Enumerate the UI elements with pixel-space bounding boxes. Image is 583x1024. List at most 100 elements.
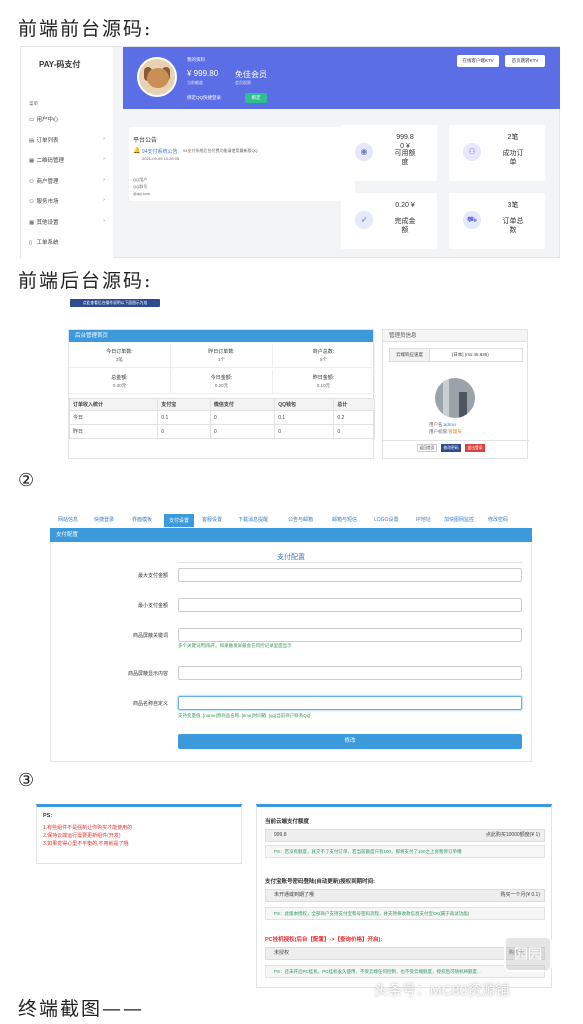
table-cell: 0 — [209, 424, 276, 439]
field-input[interactable] — [178, 628, 522, 642]
sidebar-item-4[interactable]: ⚇ 服务市场 › — [29, 197, 105, 205]
chevron-right-icon: › — [103, 176, 105, 183]
stat-label: 成功订 单 — [502, 150, 524, 166]
sidebar-item-label: 用户中心 — [36, 117, 59, 123]
bind-qq-label: 绑定QQ快捷登录 — [187, 95, 221, 100]
tab-10[interactable]: 加快图网监控 — [444, 516, 474, 523]
table-header: 总计 — [333, 398, 375, 411]
doc-icon: ▤ — [29, 137, 35, 144]
back-home-button[interactable]: 返回首页 — [417, 444, 437, 452]
sidebar-item-label: 订单列表 — [36, 137, 59, 144]
tab-9[interactable]: IP地址 — [416, 516, 431, 523]
users-icon: ⚇ — [29, 199, 34, 205]
watermark-logo: 园园 — [504, 936, 552, 972]
table-header: 微信支付 — [209, 398, 276, 411]
home-jump-button[interactable]: 首页跳转KTV — [505, 55, 545, 67]
cloud-quota-row: 999.8 点此购买10000额度(¥ 1) — [265, 829, 545, 842]
stat-value: 0.20 ¥ — [395, 202, 415, 209]
name-variable-hint: 支持变量值: [name]原商品名称, [time]时间戳, [qq]当前商户联… — [178, 713, 311, 718]
notice-date: 2021-09-09 10:26:05 — [142, 156, 180, 161]
admin-info-title: 管理员信息 — [383, 330, 527, 342]
coin-icon: ◉ — [355, 143, 373, 161]
table-header: QQ钱包 — [274, 398, 335, 411]
change-password-button[interactable]: 修改密码 — [441, 444, 461, 452]
logout-button[interactable]: 退出登录 — [465, 444, 485, 452]
member-type: 免佳会员 — [235, 70, 267, 79]
ps-line-2: 2.保持云端运行需要更新组件(开发) — [43, 833, 121, 839]
cloud-quota-title: 当前云端支付额度 — [265, 819, 310, 825]
field-label: 商品屏蔽关键词 — [132, 633, 168, 639]
grid-icon: ▦ — [29, 219, 35, 226]
stat-card: ⛟ 3笔 订单总 数 — [449, 193, 545, 249]
tab-0[interactable]: 网站信息 — [58, 516, 78, 523]
table-cell: 今日 — [68, 410, 159, 425]
buy-month-button[interactable]: 购买一个月(¥ 0.1) — [501, 890, 540, 901]
brand-logo: PAY-码支付 — [39, 60, 81, 69]
ps-line-1: 1.有些组件不是强制让你购买才能使用的 — [43, 825, 133, 831]
field-input[interactable] — [178, 598, 522, 612]
stat-card: ⚇ 2笔 成功订 单 — [449, 125, 545, 181]
watermark-text: 头条号：MC80资源铺 — [374, 982, 510, 998]
table-cell: 0.1 — [274, 410, 335, 425]
rocket-icon: ➶ — [355, 211, 373, 229]
sidebar-item-2[interactable]: ▦ 二维码管理 › — [29, 156, 105, 164]
server-label: 云端响应速度 — [390, 349, 430, 361]
tab-3[interactable]: 支付设置 — [164, 514, 195, 527]
heading-circle2: ② — [18, 470, 37, 491]
tab-7[interactable]: 邮箱与短信 — [332, 516, 357, 523]
client-button[interactable]: 在线客户端KTV — [457, 55, 499, 67]
chevron-right-icon: › — [103, 135, 105, 142]
user-add-icon: ⚇ — [463, 143, 481, 161]
buy-quota-button[interactable]: 点此购买10000额度(¥ 1) — [486, 830, 540, 841]
server-latency: [日本] (ms:45.835) — [452, 352, 489, 357]
field-input[interactable] — [178, 666, 522, 680]
table-cell: 0.2 — [333, 410, 375, 425]
sidebar-item-6[interactable]: ▯ 工单系统 — [29, 238, 105, 246]
server-row: 云端响应速度 [日本] (ms:45.835) — [389, 348, 523, 362]
stat-cell-label: 昨日金额: — [312, 375, 335, 381]
bell-icon: 🔔 — [133, 147, 141, 154]
sidebar-item-5[interactable]: ▦ 其他设置 › — [29, 218, 105, 226]
admin-role-label: 用户权限:管理员 — [429, 429, 462, 434]
menu-group-label: 菜单 — [29, 101, 38, 106]
income-table: 订单收入统计 支付宝 微信支付 QQ钱包 总计 今日 0.1 0 0.1 0.2 昨日 0 0 0 0 — [68, 398, 375, 439]
tab-8[interactable]: LOGO设置 — [374, 516, 398, 523]
tab-5[interactable]: 下载消息提醒 — [238, 516, 268, 523]
bind-qq-button[interactable]: 绑定 — [245, 93, 267, 103]
field-input[interactable] — [178, 696, 522, 710]
grid-icon: ▦ — [29, 158, 35, 164]
tab-4[interactable]: 客服设置 — [202, 516, 222, 523]
submit-button[interactable]: 修改 — [178, 734, 522, 749]
balance-sub: 当前额度 — [187, 80, 203, 85]
ps-title: PS: — [43, 813, 53, 819]
sidebar-item-label: 二维码管理 — [36, 158, 65, 164]
backend-screenshot: 点此查看后台操作说明以下面图示为准 后台管理首页 今日订单数: 3笔 昨日订单数: 1… — [60, 297, 530, 462]
pc-auth-note: PS：还未开启PC挂机，PC挂机永久使用，不受云端任何控制，也不受云端额度，授权… — [265, 965, 545, 978]
admin-name: admin — [443, 422, 457, 427]
stat-cell-value: 1个 — [217, 357, 225, 362]
tab-11[interactable]: 修改密码 — [488, 516, 508, 523]
sidebar-item-label: 商户管理 — [36, 178, 59, 185]
form-title: 支付配置 — [277, 554, 305, 561]
note-icon: ▯ — [29, 240, 33, 246]
stat-cell-label: 总金额: — [111, 375, 128, 381]
sidebar-item-1[interactable]: ▤ 订单列表 › — [29, 136, 105, 144]
sidebar-item-3[interactable]: ⚇ 商户管理 › — [29, 177, 105, 185]
payment-config-screenshot: 网站信息 快捷登录 界面模板 支付设置 客服设置 下载消息提醒 公告与邮箱 邮箱与短信 LOGO… — [50, 512, 532, 762]
notice-link[interactable]: 94支付系统公告 — [142, 148, 178, 155]
stat-label: 完成金 额 — [394, 218, 416, 234]
alipay-auth-note: PS：此版本授权，全部商户支持支付宝和号密码流程，并支持将收款信息支付宝CK(属… — [265, 907, 545, 920]
tab-6[interactable]: 公告与邮箱 — [288, 516, 313, 523]
field-input[interactable] — [178, 568, 522, 582]
sidebar-item-0[interactable]: ▭ 用户中心 — [29, 115, 105, 123]
stat-cell: 今日金额: 0.20元 — [171, 370, 273, 394]
help-button[interactable]: 点此查看后台操作说明以下面图示为准 — [70, 299, 160, 307]
tab-2[interactable]: 界面模板 — [132, 516, 152, 523]
field-label: 商品名称自定义 — [132, 701, 168, 707]
sidebar-item-label: 工单系统 — [36, 240, 59, 246]
tab-1[interactable]: 快捷登录 — [94, 516, 114, 523]
stat-cell-value: 5个 — [319, 357, 327, 362]
table-header: 订单收入统计 — [68, 398, 159, 411]
stat-cell: 昨日订单数: 1个 — [171, 344, 273, 368]
table-cell: 昨日 — [68, 424, 159, 439]
